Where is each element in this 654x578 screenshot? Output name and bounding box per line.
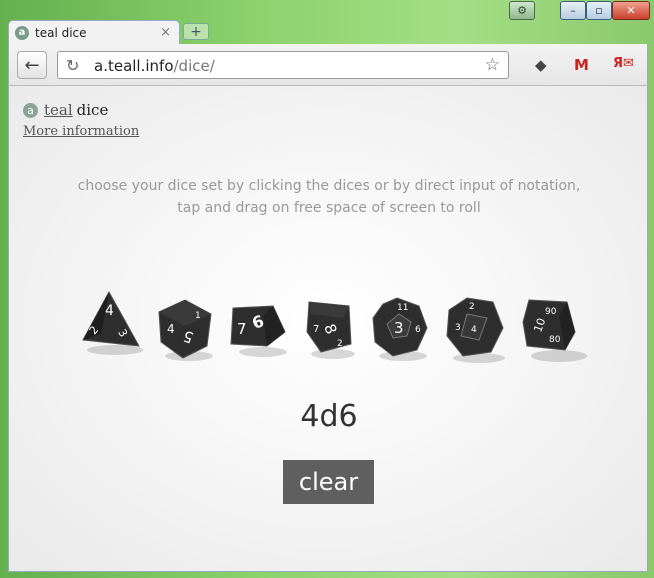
d12-face-label: 6 [415,325,421,335]
clear-button[interactable]: clear [283,460,374,504]
instructions-line-1: choose your dice set by clicking the dic… [77,178,581,194]
new-tab-button[interactable]: + [183,23,209,40]
instructions-line-2: tap and drag on free space of screen to … [177,200,481,216]
d10-face-label: 2 [337,339,343,349]
maximize-button[interactable]: ▫ [586,1,612,20]
url-host: a.teall.info [94,57,174,75]
d12-die[interactable]: 3 11 6 [369,296,433,364]
d12-face-label: 11 [397,303,408,313]
d8-face-label: 7 [237,320,247,338]
d4-face-label: 4 [105,303,114,319]
close-tab-icon[interactable]: × [160,25,171,40]
brand-title: dice [76,101,109,119]
d6-face-label: 4 [167,322,175,336]
tab-title: teal dice [35,25,87,40]
brand-header: a teal dice [23,101,108,119]
browser-window: ⚙ – ▫ ✕ a teal dice × + ← ↻ a.teall.info… [0,0,654,578]
favicon-icon: a [15,25,29,40]
teal-home-link[interactable]: teal [44,101,73,119]
title-bar: ⚙ – ▫ ✕ [0,0,654,22]
d100-face-label: 90 [545,307,557,317]
settings-icon[interactable]: ⚙ [509,1,535,20]
d100-die[interactable]: 10 90 80 [519,296,593,366]
yandex-mail-extension-icon[interactable]: Я✉ [613,56,634,71]
page-content[interactable]: a teal dice More information choose your… [8,86,648,572]
dice-selector: 4 2 3 4 5 1 7 6 8 7 2 3 11 6 2 3 4 10 90… [9,286,649,376]
d100-face-label: 80 [549,335,561,345]
d20-face-label: 4 [471,325,477,335]
dice-notation-input[interactable]: 4d6 [9,399,649,434]
back-arrow-icon[interactable]: ← [17,51,47,79]
feedly-extension-icon[interactable]: ◆ [535,56,547,74]
reload-icon[interactable]: ↻ [66,56,79,75]
address-bar[interactable]: ↻ a.teall.info/dice/ ☆ [57,51,509,79]
d10-die[interactable]: 8 7 2 [303,298,359,362]
star-icon[interactable]: ☆ [485,55,500,75]
d10-face-label: 7 [313,324,319,335]
d12-face-label: 3 [394,319,404,337]
close-window-button[interactable]: ✕ [612,1,650,20]
more-information-link[interactable]: More information [23,124,139,139]
url-path: /dice/ [173,57,215,75]
browser-toolbar: ← ↻ a.teall.info/dice/ ☆ ◆ M Я✉ [8,44,648,86]
d6-face-label: 1 [195,311,201,321]
d20-die[interactable]: 2 3 4 [443,296,509,366]
d20-face-label: 2 [469,302,475,312]
teal-logo-icon: a [23,102,38,118]
minimize-button[interactable]: – [560,1,586,20]
instructions-text: choose your dice set by clicking the dic… [9,175,649,219]
gmail-extension-icon[interactable]: M [574,56,589,74]
url-text: a.teall.info/dice/ [94,57,215,75]
d8-die[interactable]: 7 6 [227,302,291,360]
d4-die[interactable]: 4 2 3 [79,288,145,358]
d6-die[interactable]: 4 5 1 [155,296,217,364]
d20-face-label: 3 [455,323,461,333]
tab-teal-dice[interactable]: a teal dice × [8,20,180,44]
